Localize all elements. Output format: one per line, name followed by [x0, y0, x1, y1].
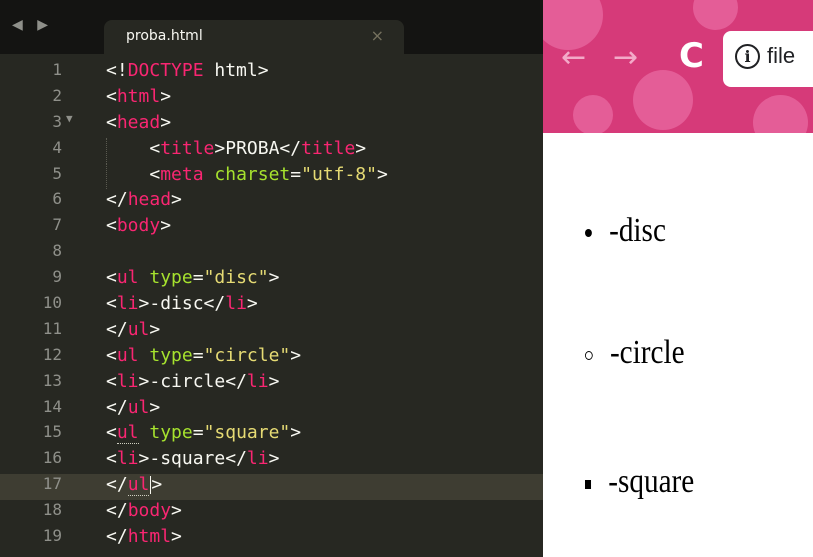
line-number: 2	[52, 85, 62, 105]
code-line[interactable]: 7 <body>	[0, 215, 543, 241]
list-item-circle: -circle	[585, 334, 685, 372]
code-line[interactable]: 12 <ul type="circle">	[0, 345, 543, 371]
browser-toolbar: ← → C i file	[543, 0, 813, 133]
line-number: 13	[42, 370, 62, 390]
tab-bar: ◀ ▶ proba.html ×	[0, 0, 543, 54]
theme-decoration	[693, 0, 738, 30]
line-number: 8	[52, 241, 62, 261]
line-number: 7	[52, 215, 62, 235]
theme-decoration	[573, 95, 613, 133]
info-icon[interactable]: i	[735, 44, 760, 69]
line-number: 1	[52, 60, 62, 79]
list-item-label: -disc	[609, 212, 666, 249]
code-line[interactable]: 19 </html>	[0, 526, 543, 552]
code-area[interactable]: 1 <!DOCTYPE html> 2 <html> 3 ▼ <head> 4 <tit…	[0, 60, 543, 552]
code-line[interactable]: 5 <meta charset="utf-8">	[0, 163, 543, 190]
code-line[interactable]: 4 <title>PROBA</title>	[0, 137, 543, 164]
line-number: 16	[42, 448, 62, 468]
code-line[interactable]: 15 <ul type="square">	[0, 422, 543, 448]
code-line[interactable]: 3 ▼ <head>	[0, 112, 543, 138]
line-number: 15	[42, 422, 62, 442]
list-item-label: -circle	[609, 334, 685, 371]
tab-proba-html[interactable]: proba.html ×	[104, 20, 404, 54]
code-line[interactable]: 14 </ul>	[0, 397, 543, 423]
theme-decoration	[753, 95, 808, 133]
code-editor[interactable]: ◀ ▶ proba.html × 1 <!DOCTYPE html> 2 <html…	[0, 0, 543, 557]
square-bullet-icon	[585, 479, 592, 489]
code-line[interactable]: 10 <li>-disc</li>	[0, 293, 543, 319]
line-number: 14	[42, 396, 62, 416]
line-number: 5	[52, 163, 62, 183]
line-number: 11	[42, 318, 62, 338]
code-line[interactable]: 2 <html>	[0, 86, 543, 112]
code-line[interactable]: 18 </body>	[0, 500, 543, 526]
line-number: 9	[52, 267, 62, 287]
code-line[interactable]: 16 <li>-square</li>	[0, 448, 543, 474]
url-text[interactable]: file	[767, 43, 795, 69]
code-line[interactable]: 6 </head>	[0, 189, 543, 215]
code-line-current[interactable]: 17 </ul >	[0, 474, 543, 501]
code-line[interactable]: 13 <li>-circle</li>	[0, 371, 543, 397]
code-line[interactable]: 1 <!DOCTYPE html>	[0, 60, 543, 86]
line-number: 4	[52, 137, 62, 157]
tab-nav-arrows[interactable]: ◀ ▶	[12, 17, 53, 33]
list-item-disc: -disc	[585, 212, 666, 250]
line-number: 18	[42, 500, 62, 520]
theme-decoration	[633, 70, 693, 130]
line-number: 17	[42, 474, 62, 494]
arrow-right-icon[interactable]: →	[613, 40, 638, 75]
browser-window: ← → C i file -disc -circle -square	[543, 0, 813, 557]
line-number: 6	[52, 189, 62, 209]
list-item-label: -square	[608, 463, 695, 500]
line-number: 3	[52, 111, 62, 131]
address-bar[interactable]: i file	[723, 31, 813, 87]
disc-bullet-icon	[585, 229, 592, 238]
line-number: 19	[42, 526, 62, 546]
code-line[interactable]: 9 <ul type="disc">	[0, 267, 543, 293]
tab-title: proba.html	[126, 28, 203, 44]
arrow-left-icon[interactable]: ←	[561, 40, 586, 75]
reload-icon[interactable]: C	[679, 36, 704, 76]
code-line[interactable]: 8	[0, 241, 543, 267]
code-line[interactable]: 11 </ul>	[0, 319, 543, 345]
circle-bullet-icon	[585, 350, 593, 360]
line-number: 10	[42, 293, 62, 313]
close-icon[interactable]: ×	[371, 26, 384, 45]
line-number: 12	[42, 344, 62, 364]
list-item-square: -square	[585, 463, 694, 501]
fold-arrow-icon[interactable]: ▼	[66, 112, 73, 125]
